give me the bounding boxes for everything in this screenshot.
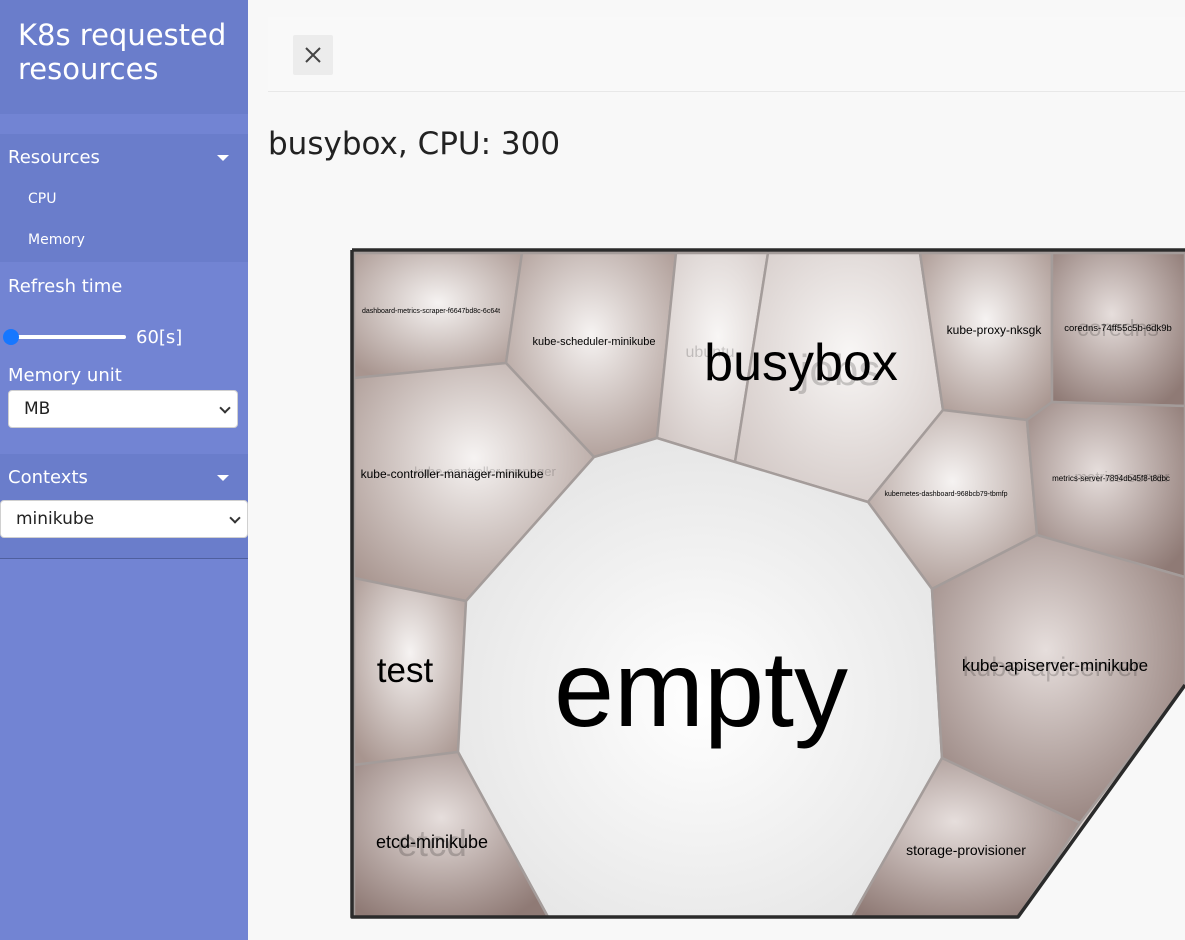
context-value: minikube [16, 509, 95, 529]
label-dashboard-metrics-scraper: dashboard-metrics-scraper-f6647bd8c-6c64… [362, 308, 500, 315]
refresh-time-label: Refresh time [8, 276, 123, 297]
refresh-value: 60[s] [136, 327, 183, 348]
memory-unit-select[interactable]: MB [8, 390, 238, 428]
caret-down-icon[interactable] [217, 155, 229, 161]
context-select[interactable]: minikube [0, 500, 248, 538]
resources-toggle[interactable]: Resources [8, 147, 100, 168]
top-bar [268, 17, 1185, 92]
label-etcd: etcd-minikube [376, 832, 488, 852]
cell-dashboard-metrics-scraper[interactable] [352, 251, 524, 380]
brand-header: K8s requested resources [0, 0, 248, 114]
sidebar: K8s requested resources Resources CPU Me… [0, 0, 248, 940]
app-title: K8s requested resources [18, 18, 227, 86]
label-kube-scheduler: kube-scheduler-minikube [533, 336, 656, 348]
voronoi-treemap: jobs coredns kube-controller-manager met… [350, 248, 1185, 919]
close-icon [305, 47, 321, 63]
label-busybox: busybox [704, 334, 898, 392]
page-title: busybox, CPU: 300 [268, 126, 561, 162]
resources-section: Resources CPU Memory [0, 134, 248, 262]
refresh-slider-handle[interactable] [3, 329, 19, 345]
memory-unit-value: MB [24, 399, 51, 419]
contexts-toggle[interactable]: Contexts [8, 467, 88, 488]
label-kube-controller-manager: kube-controller-manager-minikube [361, 467, 544, 481]
label-empty: empty [554, 628, 848, 749]
nav-item-memory[interactable]: Memory [28, 232, 85, 248]
chevron-down-icon [229, 512, 241, 524]
label-test: test [377, 651, 434, 690]
label-kubernetes-dashboard: kubernetes-dashboard-968bcb79-tbmfp [885, 491, 1008, 498]
label-kube-apiserver: kube-apiserver-minikube [962, 656, 1148, 675]
caret-down-icon[interactable] [217, 475, 229, 481]
label-kube-proxy: kube-proxy-nksgk [947, 323, 1043, 337]
label-metrics-server: metrics-server-7894db45f8-t8dbc [1052, 474, 1170, 483]
nav-item-cpu[interactable]: CPU [28, 191, 56, 207]
refresh-slider-track[interactable] [8, 335, 126, 339]
memory-unit-label: Memory unit [8, 365, 122, 386]
label-storage-provisioner: storage-provisioner [906, 842, 1026, 858]
chevron-down-icon [219, 402, 231, 414]
close-button[interactable] [293, 35, 333, 75]
label-coredns: coredns-74ff55c5b-6dk9b [1064, 323, 1172, 334]
